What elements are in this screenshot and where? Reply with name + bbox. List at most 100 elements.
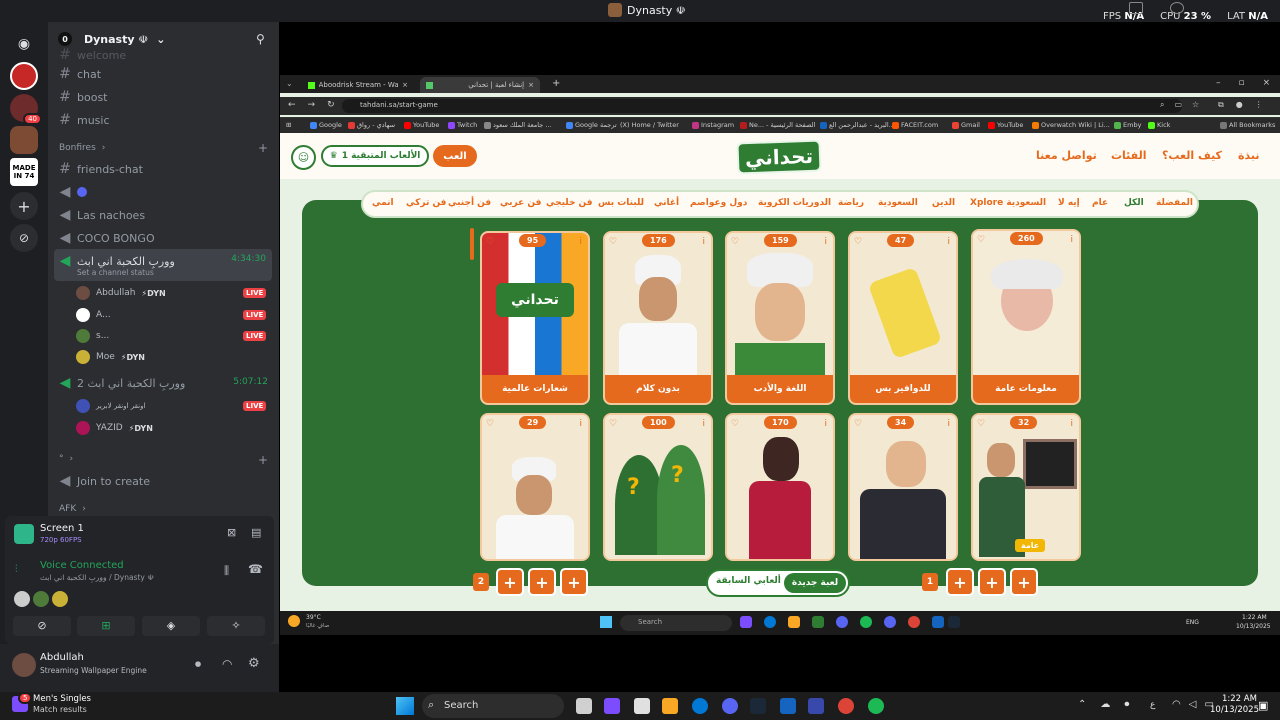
bookmark[interactable]: YouTube [988,121,1023,129]
voice-member[interactable]: A... [76,308,111,322]
cloud-icon[interactable]: ☁ [1100,699,1110,710]
menu-icon[interactable]: ⋮ [1255,100,1263,110]
url-input[interactable]: tahdani.sa/start-game [342,99,1182,113]
new-tab-icon[interactable]: + [552,78,560,89]
clock-time[interactable]: 1:22 AM [1222,694,1257,704]
bookmark[interactable]: Gmail [952,121,980,129]
notification-subtitle[interactable]: Match results [33,705,87,714]
filter-anime[interactable]: انمي [372,198,394,208]
forward-icon[interactable]: → [308,100,316,110]
voice-member[interactable]: Abdullah ⚡DYN [76,286,166,300]
add-button[interactable]: + [560,568,588,596]
filter-saudi[interactable]: السعودية [878,198,918,208]
bookmark[interactable]: سهادي - رواق [348,121,395,129]
filter-arab-art[interactable]: فن عربي [500,198,541,208]
back-icon[interactable]: ← [288,100,296,110]
previous-games-button[interactable]: ألعابي السابقة [716,576,781,586]
profile-icon[interactable]: ● [1236,100,1243,110]
voice-channel-2[interactable]: ◀ ووربِ الكحبة اني ابث 2 [59,375,186,391]
stream-settings-icon[interactable]: ▤ [251,526,261,539]
tab-menu-icon[interactable]: ⌄ [286,79,293,88]
heart-icon[interactable]: ♡ [854,419,862,429]
nav-how-to-play[interactable]: كيف العب؟ [1162,149,1222,162]
discord-home-icon[interactable]: ◉ [10,30,38,58]
category-card[interactable]: ♡ 176 i بدون كلام [603,231,713,405]
channel-status[interactable]: Set a channel status [77,268,154,277]
heart-icon[interactable]: ♡ [609,419,617,429]
app-icon[interactable] [884,616,896,628]
filter-turkish-art[interactable]: فن تركي [406,198,446,208]
discord-icon[interactable] [722,698,738,714]
voice-member[interactable]: s... [76,329,109,343]
user-icon[interactable]: ☺ [291,145,316,170]
notification-icon[interactable]: 5 [12,692,33,712]
info-icon[interactable]: i [579,419,582,429]
bookmark[interactable]: FACEIT.com [892,121,938,129]
add-button[interactable]: + [528,568,556,596]
app-icon[interactable] [812,616,824,628]
filter-girls-only[interactable]: للبنات بس [598,198,644,208]
filter-sports[interactable]: رياضة [838,198,864,208]
info-icon[interactable]: i [1070,419,1073,429]
category-card[interactable]: ♡ 32 i عامة [971,413,1081,561]
all-bookmarks[interactable]: All Bookmarks [1220,121,1275,129]
voice-channel-emoji[interactable]: ◀ [59,184,87,200]
info-icon[interactable]: i [579,237,582,247]
channel-friends-chat[interactable]: # friends-chat [59,161,143,177]
microphone-icon[interactable]: ⏺ [1124,699,1129,710]
filter-favorites[interactable]: المفضلة [1156,198,1193,208]
server-icon[interactable]: 40 [10,94,42,125]
bookmark[interactable]: Overwatch Wiki | Li... [1032,121,1110,129]
gear-icon[interactable]: ⚙ [248,656,260,671]
voice-status[interactable]: Voice Connected [40,560,124,571]
channel-music[interactable]: # music [59,112,109,128]
server-header[interactable]: 0 Dynasty ☫ ⌄ [58,32,165,46]
chrome-icon[interactable] [908,616,920,628]
info-icon[interactable]: i [824,237,827,247]
file-explorer-icon[interactable] [662,698,678,714]
copilot-icon[interactable] [604,698,620,714]
channel-chat[interactable]: # chat [59,66,101,82]
extensions-icon[interactable]: ⧉ [1218,100,1224,110]
app-icon[interactable] [932,616,944,628]
edge-icon[interactable] [764,616,776,628]
bookmark[interactable]: جامعة الملك سعود ... [484,121,552,129]
filter-xplore[interactable]: Xplore السعودية [970,198,1046,208]
add-channel-icon[interactable]: + [258,453,268,467]
bookmark[interactable]: Twitch [448,121,477,129]
clock-date[interactable]: 10/13/2025 [1210,705,1259,715]
filter-yes-no[interactable]: إيه لا [1058,198,1080,208]
heart-icon[interactable]: ♡ [854,237,862,247]
heart-icon[interactable]: ♡ [609,237,617,247]
app-icon[interactable] [780,698,796,714]
voice-member[interactable]: YAZID ⚡DYN [76,421,153,435]
cast-icon[interactable]: ▭ [1174,100,1182,110]
server-icon-made-in-74[interactable]: MADE IN 74 [10,158,38,186]
bookmark[interactable]: Emby [1114,121,1141,129]
notification-title[interactable]: Men's Singles [33,694,91,704]
voice-channel-join-to-create[interactable]: ◀ Join to create [59,473,150,489]
nav-contact[interactable]: تواصل معنا [1036,149,1097,162]
category-afk[interactable]: AFK › [59,504,86,514]
filter-leagues[interactable]: الدوريات الكروية [758,198,831,208]
filter-all[interactable]: الكل [1124,198,1144,208]
maximize-icon[interactable]: ▫ [1239,78,1245,88]
star-icon[interactable]: ☆ [1192,100,1199,110]
add-button[interactable]: + [946,568,974,596]
bookmark[interactable]: Ne... - الصفحة الرئيسية [740,121,815,129]
add-channel-icon[interactable]: + [258,141,268,155]
remaining-games-button[interactable]: ♛ الألعاب المتبقية 1 [321,145,429,167]
info-icon[interactable]: i [1070,235,1073,245]
user-avatar[interactable] [12,653,36,677]
store-icon[interactable] [634,698,650,714]
chevron-up-icon[interactable]: ⌃ [1078,699,1086,710]
add-server-icon[interactable]: + [10,192,38,220]
filter-countries[interactable]: دول وعواصم [690,198,747,208]
voice-member[interactable]: Moe ⚡DYN [76,350,145,364]
info-icon[interactable]: i [947,419,950,429]
disconnect-icon[interactable]: ☎ [248,562,263,576]
edge-icon[interactable] [692,698,708,714]
voice-channel-path[interactable]: ووربِ الكحبة اني ابث / Dynasty ☫ [40,573,154,582]
heart-icon[interactable]: ♡ [977,419,985,429]
windows-icon[interactable] [600,616,612,628]
